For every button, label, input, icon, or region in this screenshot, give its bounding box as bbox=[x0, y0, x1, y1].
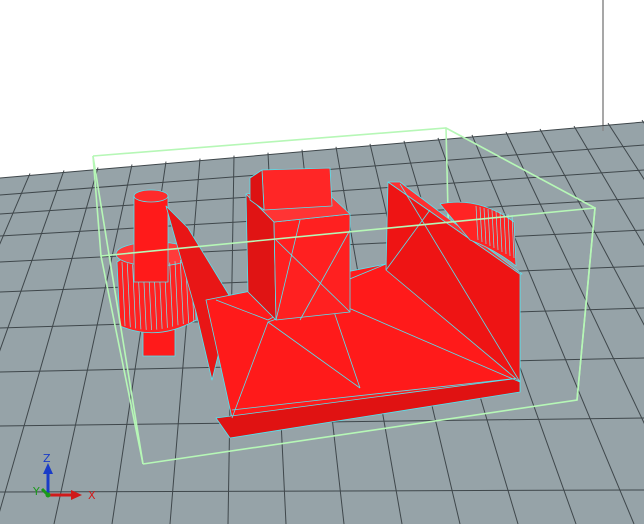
x-axis-label: X bbox=[88, 489, 96, 502]
3d-viewport[interactable]: Z Y X bbox=[0, 0, 644, 524]
scene-canvas[interactable]: Z Y X bbox=[0, 0, 644, 524]
axis-origin bbox=[45, 492, 51, 498]
y-axis-label: Y bbox=[32, 485, 40, 498]
z-axis-label: Z bbox=[43, 452, 51, 465]
